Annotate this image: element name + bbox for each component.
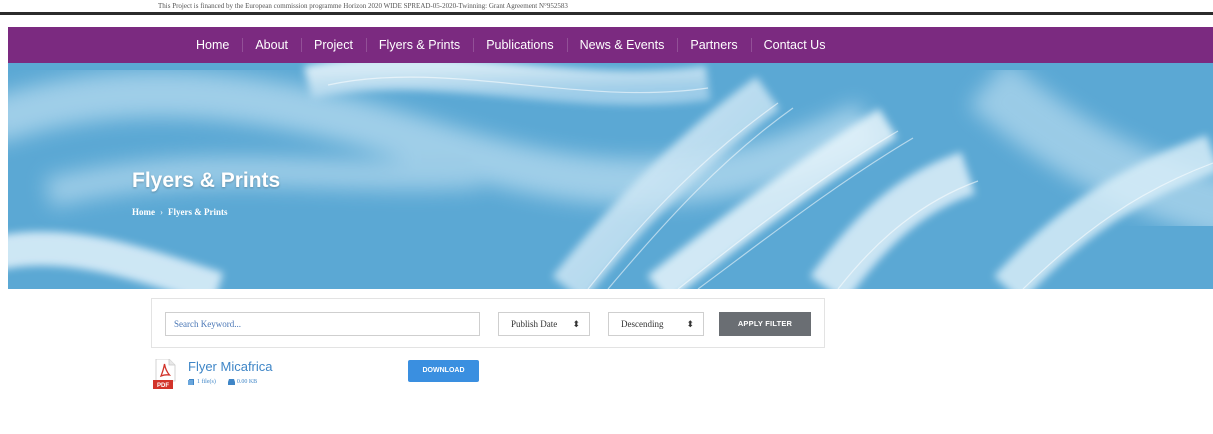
file-count: 1 file(s)	[197, 379, 216, 385]
nav-item-flyers-prints[interactable]: Flyers & Prints	[365, 27, 473, 63]
hero-banner: Flyers & Prints Home › Flyers & Prints	[8, 63, 1213, 289]
nav-item-contact-us[interactable]: Contact Us	[750, 27, 839, 63]
select-arrows-icon: ⬍	[686, 319, 694, 329]
hard-drive-icon	[227, 379, 235, 385]
page-title: Flyers & Prints	[132, 169, 281, 192]
filter-panel: Publish Date ⬍ Descending ⬍ APPLY FILTER	[151, 298, 825, 348]
breadcrumb-current: Flyers & Prints	[168, 207, 228, 217]
top-notice-bar: This Project is financed by the European…	[0, 0, 1213, 27]
search-keyword-input[interactable]	[165, 312, 480, 336]
top-divider	[0, 12, 1213, 15]
nav-item-about[interactable]: About	[242, 27, 301, 63]
document-meta: 1 file(s) 0.00 KB	[188, 379, 257, 385]
nav-item-news-events[interactable]: News & Events	[566, 27, 678, 63]
funding-notice: This Project is financed by the European…	[158, 2, 568, 10]
main-navigation: Home About Project Flyers & Prints Publi…	[8, 27, 1213, 63]
list-item: PDF Flyer Micafrica 1 file(s) 0.00 KB DO…	[151, 357, 491, 395]
order-select[interactable]: Descending ⬍	[608, 312, 704, 336]
sort-by-select[interactable]: Publish Date ⬍	[498, 312, 590, 336]
breadcrumb-home-link[interactable]: Home	[132, 207, 155, 217]
breadcrumb-separator: ›	[160, 207, 163, 217]
select-arrows-icon: ⬍	[572, 319, 580, 329]
apply-filter-button[interactable]: APPLY FILTER	[719, 312, 811, 336]
nav-item-publications[interactable]: Publications	[473, 27, 566, 63]
nav-item-partners[interactable]: Partners	[677, 27, 750, 63]
pdf-badge-text: PDF	[157, 383, 169, 389]
order-value: Descending	[621, 319, 664, 329]
files-icon	[188, 379, 194, 385]
breadcrumb: Home › Flyers & Prints	[132, 207, 227, 217]
file-size: 0.00 KB	[236, 379, 258, 385]
sort-by-value: Publish Date	[511, 319, 558, 329]
nav-item-home[interactable]: Home	[183, 27, 242, 63]
document-title-link[interactable]: Flyer Micafrica	[188, 359, 273, 374]
nav-item-project[interactable]: Project	[301, 27, 366, 63]
pdf-icon: PDF	[153, 359, 176, 389]
download-button[interactable]: DOWNLOAD	[408, 360, 479, 382]
